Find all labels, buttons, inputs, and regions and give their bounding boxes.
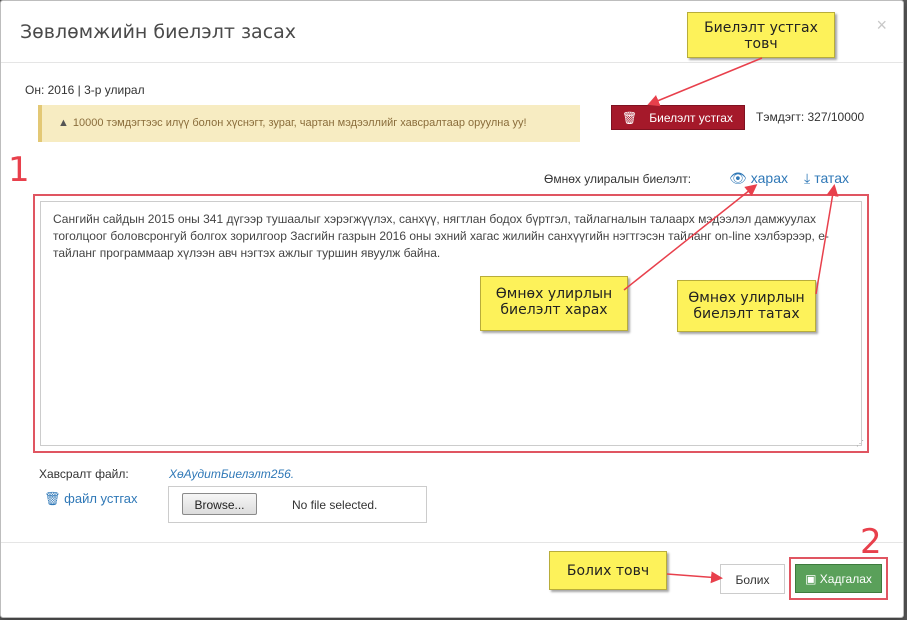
callout-remove-line1: Биелэлт устгах	[704, 20, 818, 36]
callout-view-line2: биелэлт харах	[500, 302, 608, 318]
attachment-file-link[interactable]: ХөАудитБиелэлт256.	[169, 467, 294, 481]
annotation-number-1: 1	[8, 150, 30, 190]
callout-view: Өмнөх улирлын биелэлт харах	[480, 276, 628, 331]
browse-button[interactable]: Browse...	[182, 493, 257, 515]
file-status-text: No file selected.	[292, 498, 378, 512]
resize-handle-icon[interactable]: ⋰	[856, 439, 864, 448]
callout-view-line1: Өмнөх улирлын	[495, 286, 613, 302]
close-icon[interactable]: ×	[876, 15, 887, 36]
save-label: Хадгалах	[819, 572, 872, 586]
remove-result-label: Биелэлт устгах	[649, 111, 733, 125]
dialog-title: Зөвлөмжийн биелэлт засах	[20, 21, 297, 43]
callout-download: Өмнөх улирлын биелэлт татах	[677, 280, 816, 332]
save-highlight: ▣ Хадгалах	[789, 557, 888, 600]
file-input: Browse... No file selected.	[168, 486, 427, 523]
cancel-button[interactable]: Болих	[720, 564, 785, 594]
callout-remove: Биелэлт устгах товч	[687, 12, 835, 58]
trash-icon: 🗑	[622, 111, 638, 125]
download-previous-label: татах	[814, 170, 849, 186]
trash-icon: 🗑	[44, 491, 61, 506]
warning-icon: ▲	[58, 117, 69, 129]
remove-result-button[interactable]: 🗑 Биелэлт устгах	[611, 105, 745, 130]
callout-cancel: Болих товч	[549, 551, 667, 590]
remove-file-label: файл устгах	[64, 491, 138, 506]
attachment-label: Хавсралт файл:	[39, 467, 129, 481]
annotation-number-2: 2	[860, 522, 882, 562]
year-quarter-info: Он: 2016 | 3-р улирал	[25, 83, 145, 97]
save-button[interactable]: ▣ Хадгалах	[795, 564, 882, 593]
floppy-icon: ▣	[805, 572, 817, 586]
callout-download-line1: Өмнөх улирлын	[688, 290, 805, 306]
view-previous-link[interactable]: 👁 харах	[729, 170, 788, 187]
warning-text: 10000 тэмдэгтээс илүү болон хүснэгт, зур…	[72, 117, 527, 129]
eye-icon: 👁	[729, 170, 747, 186]
character-count: Тэмдэгт: 327/10000	[756, 110, 865, 124]
callout-download-line2: биелэлт татах	[693, 306, 800, 322]
view-previous-label: харах	[750, 170, 788, 186]
warning-alert: ▲ 10000 тэмдэгтээс илүү болон хүснэгт, зу…	[38, 105, 580, 142]
previous-quarter-label: Өмнөх улиралын биелэлт:	[544, 172, 692, 186]
download-previous-link[interactable]: ⤓ татах	[804, 170, 849, 187]
remove-file-link[interactable]: 🗑 файл устгах	[44, 491, 138, 507]
callout-remove-line2: товч	[744, 36, 778, 52]
download-icon: ⤓	[804, 170, 811, 186]
footer-divider	[1, 542, 903, 543]
